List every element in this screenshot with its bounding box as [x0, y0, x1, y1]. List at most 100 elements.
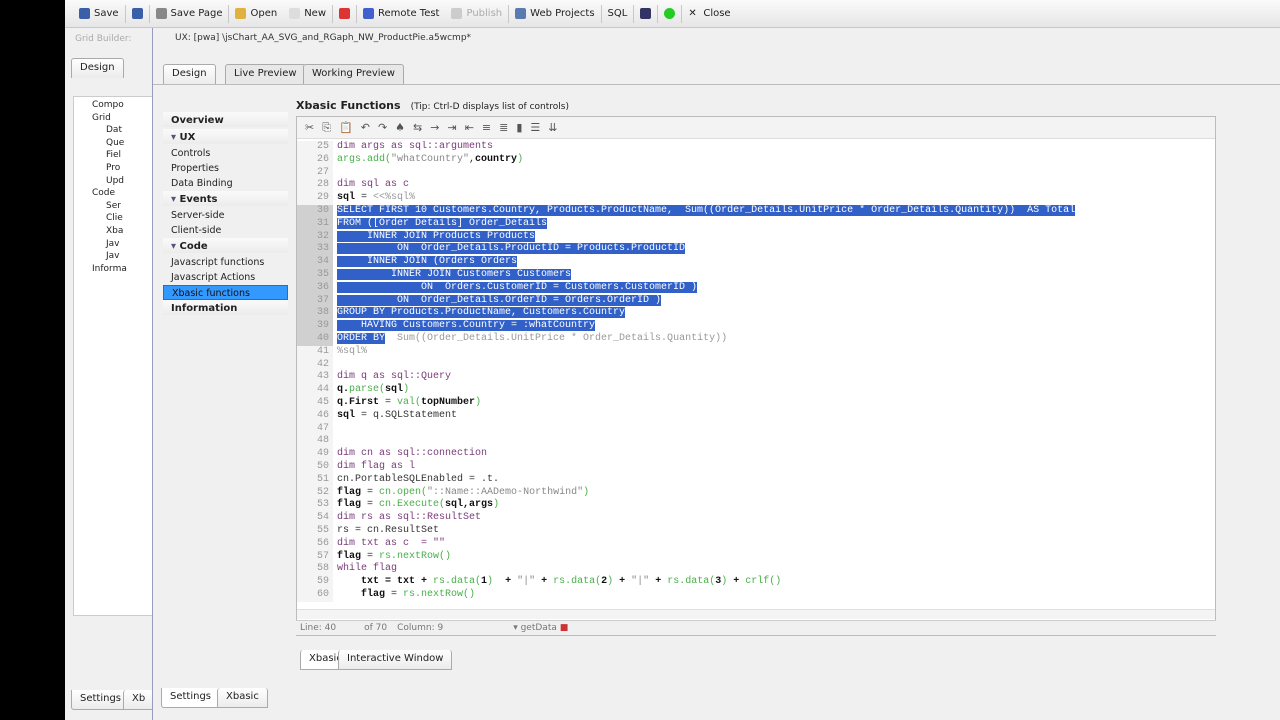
paste-icon[interactable]: 📋: [339, 121, 353, 134]
sidebar-item-properties[interactable]: Properties: [163, 161, 288, 176]
tab-design-grid[interactable]: Design: [71, 58, 124, 78]
toolbar-button-new[interactable]: New: [283, 3, 332, 25]
code-line[interactable]: 40 ORDER BY Sum((Order_Details.UnitPrice …: [297, 332, 1215, 346]
tree-item[interactable]: Clie: [92, 212, 152, 225]
tree-item[interactable]: Pro: [92, 162, 152, 175]
code-editor[interactable]: ✂ ⎘ 📋 ↶ ↷ ♠ ⇆ → ⇥ ⇤ ≡ ≣ ▮ ☰ ⇊ 25 dim args as sql::argum…: [296, 116, 1216, 636]
code-line[interactable]: 38 GROUP BY Products.ProductName, Custome…: [297, 307, 1215, 321]
sidebar-item-controls[interactable]: Controls: [163, 146, 288, 161]
toolbar-button-browser-icon[interactable]: [333, 3, 356, 25]
code-line[interactable]: 50 dim flag as l: [297, 460, 1215, 474]
sidebar-item-overview[interactable]: Overview: [163, 112, 288, 127]
code-line[interactable]: 39 HAVING Customers.Country = :whatCount…: [297, 320, 1215, 333]
sidebar-item-ux[interactable]: ▾ UX: [163, 129, 288, 144]
code-line[interactable]: 60 flag = rs.nextRow(): [297, 588, 1215, 602]
toolbar-button-save-page[interactable]: Save Page: [150, 3, 229, 25]
code-line[interactable]: 29 sql = <<%sql%: [297, 192, 1215, 205]
find-icon[interactable]: ♠: [395, 121, 405, 134]
toolbar-button-remote-test[interactable]: Remote Test: [357, 3, 445, 25]
code-line[interactable]: 35 INNER JOIN Customers Customers: [297, 268, 1215, 282]
tree-item[interactable]: Upd: [92, 175, 152, 188]
tab-xbasic[interactable]: Xbasic: [217, 688, 268, 708]
code-line[interactable]: 48: [297, 435, 1215, 449]
tab-settings[interactable]: Settings: [161, 688, 221, 708]
sidebar-item-information[interactable]: Information: [163, 300, 288, 315]
toolbar-button-save-as-icon[interactable]: [126, 3, 149, 25]
sidebar-item-javascript-actions[interactable]: Javascript Actions: [163, 270, 288, 285]
outdent-icon[interactable]: ⇤: [465, 121, 474, 134]
replace-icon[interactable]: ⇆: [413, 121, 422, 134]
sidebar-item-javascript-functions[interactable]: Javascript functions: [163, 255, 288, 270]
code-line[interactable]: 25 dim args as sql::arguments: [297, 141, 1215, 154]
code-line[interactable]: 51 cn.PortableSQLEnabled = .t.: [297, 473, 1215, 487]
code-line[interactable]: 45 q.First = val(topNumber): [297, 396, 1215, 410]
code-line[interactable]: 53 flag = cn.Execute(sql,args): [297, 499, 1215, 513]
code-line[interactable]: 57 flag = rs.nextRow(): [297, 550, 1215, 564]
code-line[interactable]: 36 ON Orders.CustomerID = Customers.Cust…: [297, 281, 1215, 295]
code-line[interactable]: 26 args.add("whatCountry",country): [297, 153, 1215, 167]
code-line[interactable]: 49 dim cn as sql::connection: [297, 448, 1215, 461]
sidebar-item-events[interactable]: ▾ Events: [163, 191, 288, 206]
sidebar-item-xbasic-functions[interactable]: Xbasic functions: [163, 285, 288, 300]
horizontal-scrollbar[interactable]: [297, 609, 1215, 619]
tab-interactive-window[interactable]: Interactive Window: [338, 650, 453, 670]
code-line[interactable]: 34 INNER JOIN (Orders Orders: [297, 256, 1215, 269]
sidebar-item-server-side[interactable]: Server-side: [163, 208, 288, 223]
bookmark-icon[interactable]: ▮: [516, 121, 522, 134]
code-line[interactable]: 56 dim txt as c = "": [297, 537, 1215, 551]
code-line[interactable]: 33 ON Order_Details.ProductID = Products…: [297, 243, 1215, 257]
toolbar-button-save[interactable]: Save: [73, 3, 125, 25]
code-area[interactable]: 25 dim args as sql::arguments 26 args.add("…: [297, 141, 1215, 609]
collapse-icon[interactable]: ⇊: [548, 121, 557, 134]
tab-working-preview[interactable]: Working Preview: [303, 64, 404, 84]
code-line[interactable]: 52 flag = cn.open("::Name::AADemo-Northwi…: [297, 486, 1215, 500]
toolbar-button-publish[interactable]: Publish: [445, 3, 508, 25]
code-line[interactable]: 27: [297, 166, 1215, 180]
toolbar-button-open[interactable]: Open: [229, 3, 283, 25]
cut-icon[interactable]: ✂: [305, 121, 314, 134]
tree-item[interactable]: Compo: [92, 99, 152, 112]
code-line[interactable]: 55 rs = cn.ResultSet: [297, 524, 1215, 538]
comment-icon[interactable]: ≡: [482, 121, 491, 134]
tab-design[interactable]: Design: [163, 64, 216, 84]
code-line[interactable]: 31 FROM ([Order Details] Order_Details: [297, 217, 1215, 231]
indent-icon[interactable]: ⇥: [447, 121, 456, 134]
toolbar-button-web-projects[interactable]: Web Projects: [509, 3, 600, 25]
tab-live-preview[interactable]: Live Preview: [225, 64, 306, 84]
tree-item[interactable]: Ser: [92, 200, 152, 213]
toolbar-button-sql[interactable]: SQL: [602, 3, 634, 25]
toolbar-button-close[interactable]: ✕ Close: [682, 3, 736, 25]
sidebar-item-code[interactable]: ▾ Code: [163, 238, 288, 253]
goto-icon[interactable]: →: [430, 121, 439, 134]
tree-item[interactable]: Xba: [92, 225, 152, 238]
code-line[interactable]: 28 dim sql as c: [297, 179, 1215, 193]
copy-icon[interactable]: ⎘: [322, 121, 331, 135]
code-line[interactable]: 30 SELECT FIRST 10 Customers.Country, Pro…: [297, 204, 1215, 218]
tree-item[interactable]: Dat: [92, 124, 152, 137]
redo-icon[interactable]: ↷: [378, 121, 387, 134]
code-line[interactable]: 32 INNER JOIN Products Products: [297, 230, 1215, 244]
tree-item[interactable]: Code: [92, 187, 152, 200]
tree-item[interactable]: Informa: [92, 263, 152, 276]
code-line[interactable]: 44 q.parse(sql): [297, 384, 1215, 397]
list-icon[interactable]: ☰: [530, 121, 540, 134]
tab-settings-left[interactable]: Settings: [71, 690, 131, 710]
toolbar-button-font-icon[interactable]: [634, 3, 657, 25]
code-line[interactable]: 47: [297, 422, 1215, 436]
code-line[interactable]: 59 txt = txt + rs.data(1) + "|" + rs.dat…: [297, 576, 1215, 589]
code-line[interactable]: 37 ON Order_Details.OrderID = Orders.Ord…: [297, 294, 1215, 308]
code-line[interactable]: 46 sql = q.SQLStatement: [297, 409, 1215, 423]
toolbar-button-green-status-icon[interactable]: [658, 3, 681, 25]
sidebar-item-client-side[interactable]: Client-side: [163, 223, 288, 238]
function-dropdown[interactable]: ▾ getData ■: [513, 623, 568, 633]
code-line[interactable]: 42: [297, 358, 1215, 372]
code-line[interactable]: 43 dim q as sql::Query: [297, 371, 1215, 385]
tab-xbasic-left[interactable]: Xb: [123, 690, 155, 710]
tree-item[interactable]: Fiel: [92, 149, 152, 162]
uncomment-icon[interactable]: ≣: [499, 121, 508, 134]
code-line[interactable]: 41 %sql%: [297, 345, 1215, 359]
tree-item[interactable]: Jav: [92, 238, 152, 251]
sidebar-item-data-binding[interactable]: Data Binding: [163, 176, 288, 191]
tree-item[interactable]: Grid: [92, 112, 152, 125]
undo-icon[interactable]: ↶: [361, 121, 370, 134]
